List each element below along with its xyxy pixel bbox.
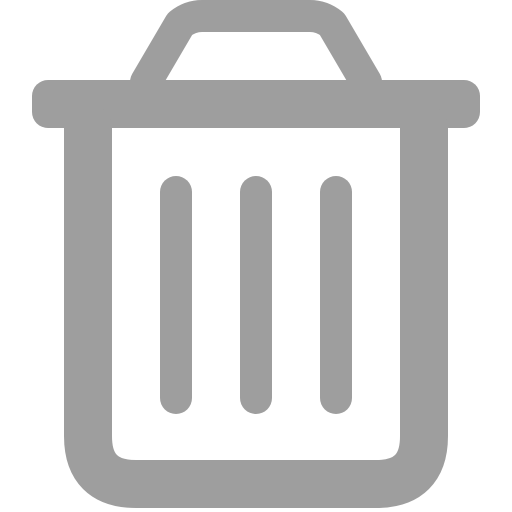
- trash-icon-canvas: [0, 0, 512, 512]
- trash-handle: [130, 0, 382, 98]
- trash-icon: [32, 0, 480, 508]
